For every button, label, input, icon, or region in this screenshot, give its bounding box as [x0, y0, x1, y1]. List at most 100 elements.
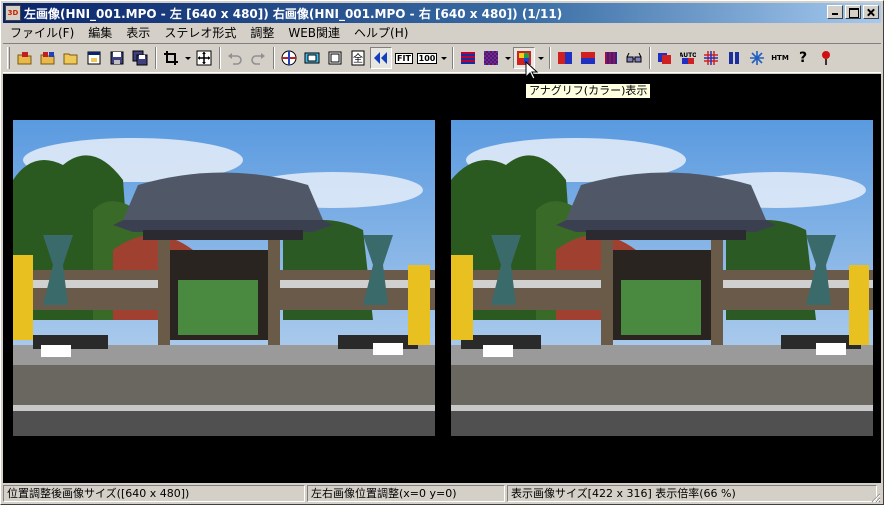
single-view-button[interactable]: [324, 47, 346, 69]
app-icon[interactable]: 3D: [5, 5, 21, 21]
tooltip: アナグリフ(カラー)表示: [525, 83, 652, 99]
right-image: [451, 120, 873, 436]
window-controls: [825, 5, 879, 19]
status-display-size: 表示画像サイズ[422 x 316] 表示倍率(66 %): [507, 485, 877, 502]
toolbar-separator: [155, 47, 157, 69]
image-viewer[interactable]: [3, 74, 881, 483]
crop-icon: [164, 51, 178, 65]
grid-icon: [704, 51, 718, 65]
checker-button[interactable]: [480, 47, 502, 69]
maximize-button[interactable]: [845, 5, 861, 19]
pin-button[interactable]: [815, 47, 837, 69]
grid-button[interactable]: [700, 47, 722, 69]
menu-web[interactable]: WEB関連: [281, 24, 347, 42]
snowflake-icon: [750, 51, 764, 65]
interlace-dropdown[interactable]: [503, 47, 512, 69]
swap-icon: [281, 50, 297, 66]
html-export-button[interactable]: HTM: [769, 47, 791, 69]
status-position: 左右画像位置調整(x=0 y=0): [307, 485, 505, 502]
close-button[interactable]: [863, 5, 879, 19]
cross-view-button[interactable]: [370, 47, 392, 69]
zoom-dropdown[interactable]: [439, 47, 448, 69]
left-image-pane[interactable]: [13, 120, 435, 436]
toolbar-separator: [452, 47, 454, 69]
menu-file[interactable]: ファイル(F): [3, 24, 81, 42]
tb-split-button[interactable]: [577, 47, 599, 69]
move-button[interactable]: [193, 47, 215, 69]
interlace-horizontal-icon: [461, 52, 475, 64]
save-button[interactable]: [106, 47, 128, 69]
app-window: 3D 左画像(HNI_001.MPO - 左 [640 x 480]) 右画像(…: [0, 0, 884, 505]
svg-text:AUTO: AUTO: [680, 52, 696, 59]
menu-adjust[interactable]: 調整: [243, 24, 281, 42]
cross-arrows-icon: [374, 52, 387, 64]
status-adjusted-size: 位置調整後画像サイズ([640 x 480]): [3, 485, 305, 502]
open-left-icon: [40, 52, 55, 65]
lr-split-button[interactable]: [554, 47, 576, 69]
status-bar: 位置調整後画像サイズ([640 x 480]) 左右画像位置調整(x=0 y=0…: [3, 484, 881, 503]
svg-text:全: 全: [353, 52, 363, 65]
fullscreen-button[interactable]: 全: [347, 47, 369, 69]
menu-bar: ファイル(F) 編集 表示 ステレオ形式 調整 WEB関連 ヘルプ(H): [3, 23, 881, 42]
swap-lr-button[interactable]: [278, 47, 300, 69]
open-stereo-icon: [17, 52, 32, 65]
parallel-view-button[interactable]: [723, 47, 745, 69]
toolbar-separator: [649, 47, 651, 69]
settings-button[interactable]: [746, 47, 768, 69]
interlace-h-button[interactable]: [457, 47, 479, 69]
mouse-cursor-icon: [525, 61, 539, 80]
menu-view[interactable]: 表示: [119, 24, 157, 42]
undo-icon: [228, 53, 242, 65]
redo-button[interactable]: [247, 47, 269, 69]
redo-icon: [251, 53, 265, 65]
interlace-vertical-icon: [605, 52, 617, 64]
help-label: ?: [798, 50, 808, 66]
menu-edit[interactable]: 編集: [81, 24, 119, 42]
crop-button[interactable]: [160, 47, 182, 69]
side-by-side-icon: [304, 52, 320, 64]
resize-grip-icon[interactable]: [869, 491, 881, 503]
open-folder-button[interactable]: [60, 47, 82, 69]
lr-split-icon: [558, 52, 572, 64]
fit-label: FIT: [395, 52, 413, 64]
auto-adjust-icon: AUTO: [680, 52, 696, 64]
glasses-icon: [626, 52, 642, 63]
toolbar-separator: [273, 47, 275, 69]
title-bar[interactable]: 3D 左画像(HNI_001.MPO - 左 [640 x 480]) 右画像(…: [3, 3, 881, 23]
move-icon: [196, 50, 212, 66]
menu-stereo-format[interactable]: ステレオ形式: [157, 24, 243, 42]
toolbar-separator: [219, 47, 221, 69]
parallel-bars-icon: [729, 52, 739, 64]
minimize-button[interactable]: [827, 5, 843, 19]
toolbar: 全 FIT 100 AUTO HTM ?: [3, 43, 881, 73]
help-button[interactable]: ?: [792, 47, 814, 69]
window-title: 左画像(HNI_001.MPO - 左 [640 x 480]) 右画像(HNI…: [24, 6, 563, 21]
right-image-pane[interactable]: [451, 120, 873, 436]
save-icon: [110, 51, 124, 65]
zoom-100-label: 100: [416, 52, 438, 64]
open-left-button[interactable]: [37, 47, 59, 69]
side-by-side-button[interactable]: [301, 47, 323, 69]
left-image: [13, 120, 435, 436]
open-window-button[interactable]: [83, 47, 105, 69]
glasses-button[interactable]: [623, 47, 645, 69]
copy-stereo-button[interactable]: [654, 47, 676, 69]
auto-adjust-button[interactable]: AUTO: [677, 47, 699, 69]
interlace-v-button[interactable]: [600, 47, 622, 69]
open-stereo-button[interactable]: [14, 47, 36, 69]
pin-icon: [822, 51, 830, 65]
menu-help[interactable]: ヘルプ(H): [347, 24, 415, 42]
html-label: HTM: [771, 54, 789, 62]
crop-dropdown[interactable]: [183, 47, 192, 69]
save-all-icon: [132, 50, 148, 66]
zoom-100-button[interactable]: 100: [416, 47, 438, 69]
window-icon: [87, 51, 101, 65]
undo-button[interactable]: [224, 47, 246, 69]
fit-button[interactable]: FIT: [393, 47, 415, 69]
save-all-button[interactable]: [129, 47, 151, 69]
checker-icon: [484, 51, 498, 65]
toolbar-grip[interactable]: [7, 47, 10, 69]
single-view-icon: [328, 51, 342, 65]
tb-split-icon: [581, 52, 595, 64]
fullscreen-icon: 全: [351, 50, 365, 66]
